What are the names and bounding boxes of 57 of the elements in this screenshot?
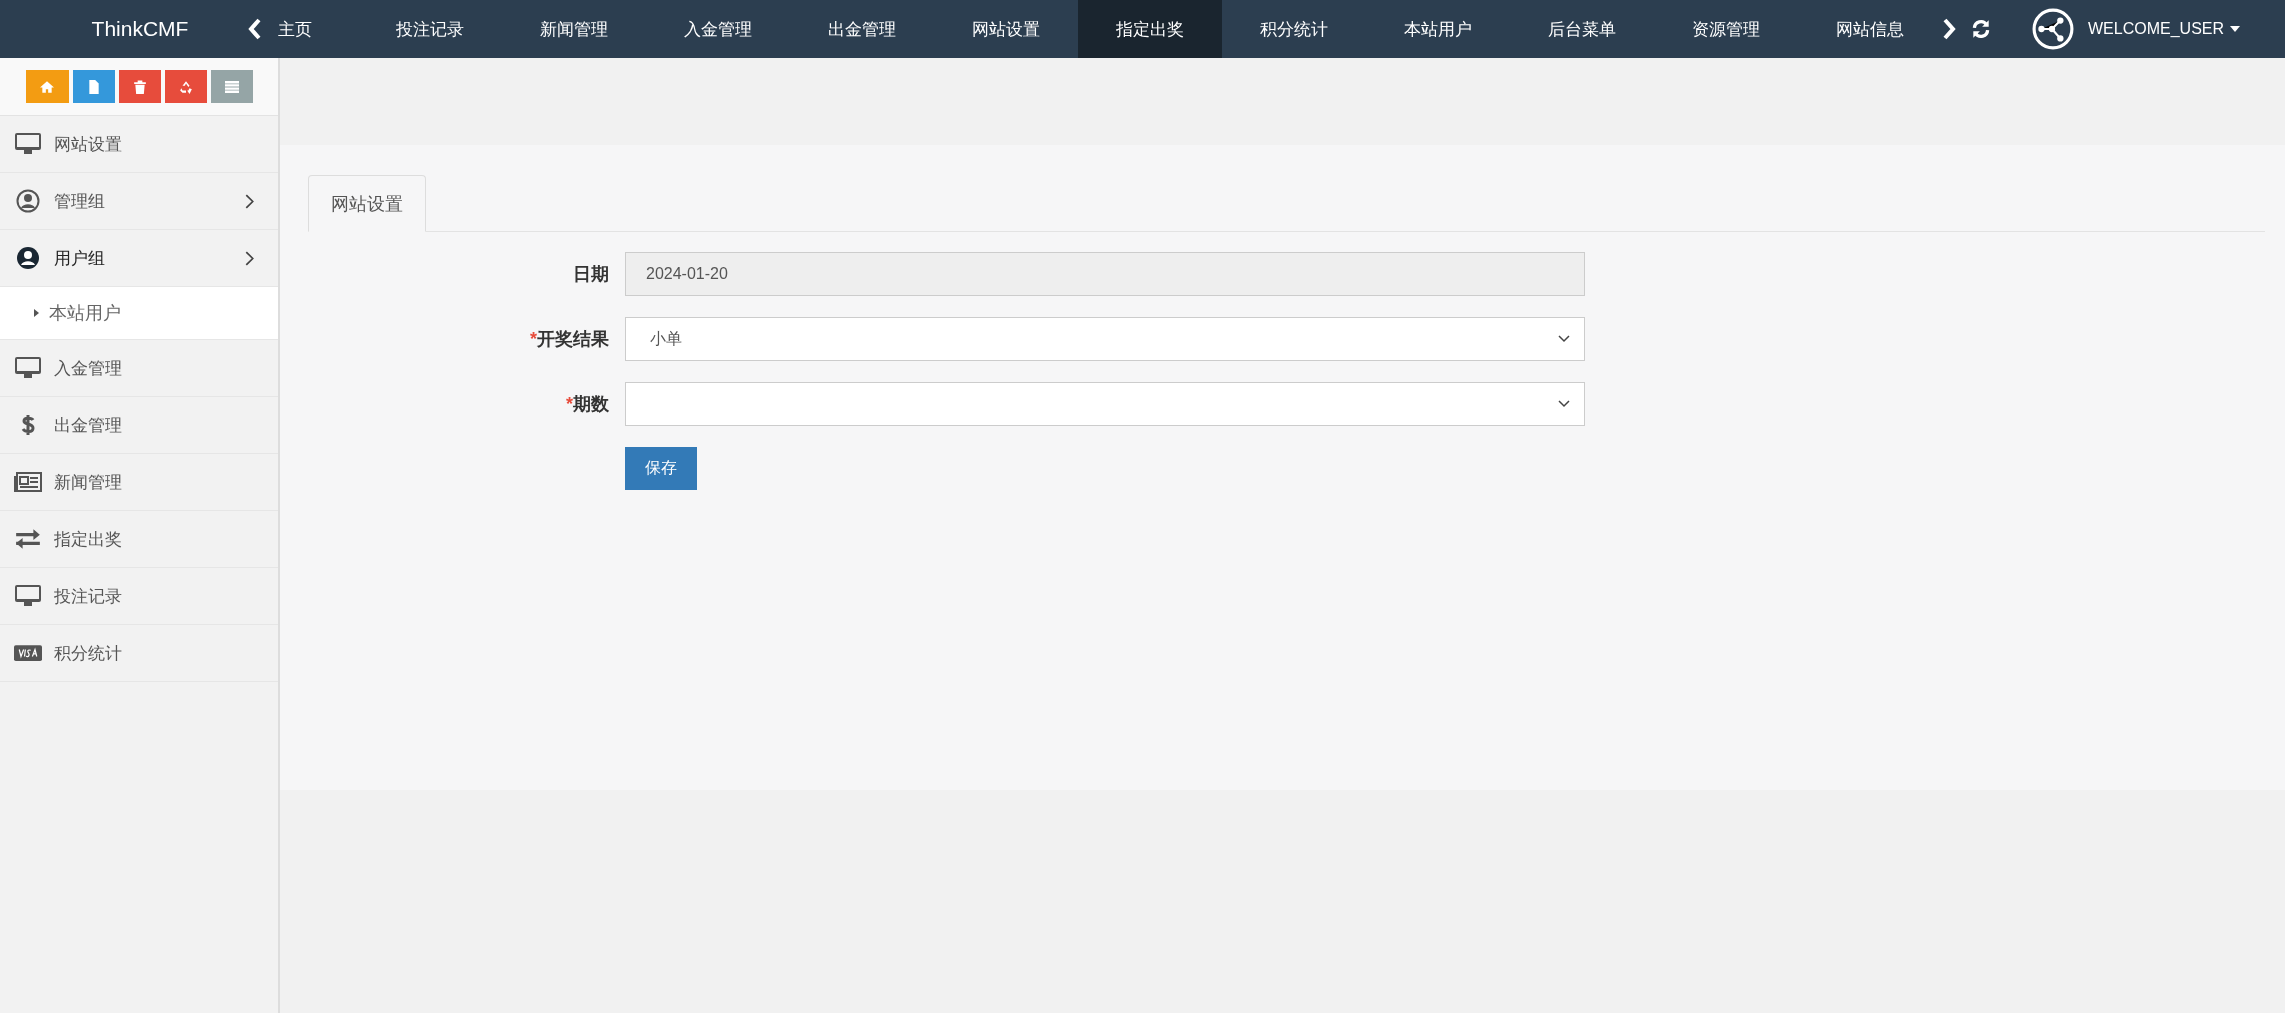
nav-tab[interactable]: 网站信息 xyxy=(1798,0,1942,58)
save-button[interactable]: 保存 xyxy=(625,447,697,490)
exchange-icon xyxy=(14,527,42,551)
refresh-icon[interactable] xyxy=(1970,18,1992,40)
toolbar-button[interactable] xyxy=(164,70,207,103)
sidebar-item[interactable]: 指定出奖 xyxy=(0,511,278,568)
sidebar-item[interactable]: 网站设置 xyxy=(0,116,278,173)
brand-title: ThinkCMF xyxy=(90,17,190,41)
nav-tab[interactable]: 入金管理 xyxy=(646,0,790,58)
nav-tab[interactable]: 积分统计 xyxy=(1222,0,1366,58)
file-icon xyxy=(86,79,101,94)
nav-tab[interactable]: 指定出奖 xyxy=(1078,0,1222,58)
sidebar-item[interactable]: 管理组 xyxy=(0,173,278,230)
nav-tab[interactable]: 网站设置 xyxy=(934,0,1078,58)
toolbar-button[interactable] xyxy=(72,70,115,103)
trash-icon xyxy=(132,79,147,94)
toolbar-button[interactable] xyxy=(210,70,253,103)
list-icon xyxy=(224,79,239,94)
nav-tab[interactable]: 投注记录 xyxy=(358,0,502,58)
chevron-down-icon xyxy=(1558,335,1570,343)
nav-tab[interactable]: 资源管理 xyxy=(1654,0,1798,58)
user-circle-icon xyxy=(14,189,42,213)
select-field[interactable]: 小单 xyxy=(625,317,1585,361)
home-icon xyxy=(40,79,54,94)
sidebar-item[interactable]: 新闻管理 xyxy=(0,454,278,511)
monitor-icon xyxy=(14,132,42,156)
field-label: *开奖结果 xyxy=(529,328,610,351)
user-menu[interactable]: WELCOME_USER xyxy=(2088,20,2241,38)
nav-tab[interactable]: 后台菜单 xyxy=(1510,0,1654,58)
sidebar-item[interactable]: 积分统计 xyxy=(0,625,278,682)
field-label: 日期 xyxy=(572,263,610,286)
chevron-left-icon[interactable] xyxy=(248,18,262,40)
nav-tab[interactable]: 新闻管理 xyxy=(502,0,646,58)
select-field[interactable] xyxy=(625,382,1585,426)
nav-tab[interactable]: 出金管理 xyxy=(790,0,934,58)
chevron-right-icon[interactable] xyxy=(1942,18,1956,40)
sidebar-item[interactable]: 入金管理 xyxy=(0,340,278,397)
chevron-right-icon xyxy=(245,250,254,266)
chevron-down-icon xyxy=(1558,400,1570,408)
nav-tab[interactable]: 主页 xyxy=(266,0,348,58)
toolbar-button[interactable] xyxy=(118,70,161,103)
toolbar-button[interactable] xyxy=(25,70,69,103)
recycle-icon xyxy=(178,79,193,94)
monitor-icon xyxy=(14,356,42,380)
chevron-right-icon xyxy=(245,193,254,209)
nav-tab[interactable]: 本站用户 xyxy=(1366,0,1510,58)
caret-right-icon xyxy=(34,309,39,317)
sidebar-subitem[interactable]: 本站用户 xyxy=(0,287,278,340)
field-label: *期数 xyxy=(565,393,610,416)
newspaper-icon xyxy=(14,470,42,494)
monitor-icon xyxy=(14,584,42,608)
sidebar-item[interactable]: 出金管理 xyxy=(0,397,278,454)
sidebar-item[interactable]: 投注记录 xyxy=(0,568,278,625)
network-avatar-icon[interactable] xyxy=(2032,8,2074,50)
caret-down-icon xyxy=(2230,26,2241,32)
user-circle-icon xyxy=(14,246,42,270)
tab[interactable]: 网站设置 xyxy=(308,175,426,232)
